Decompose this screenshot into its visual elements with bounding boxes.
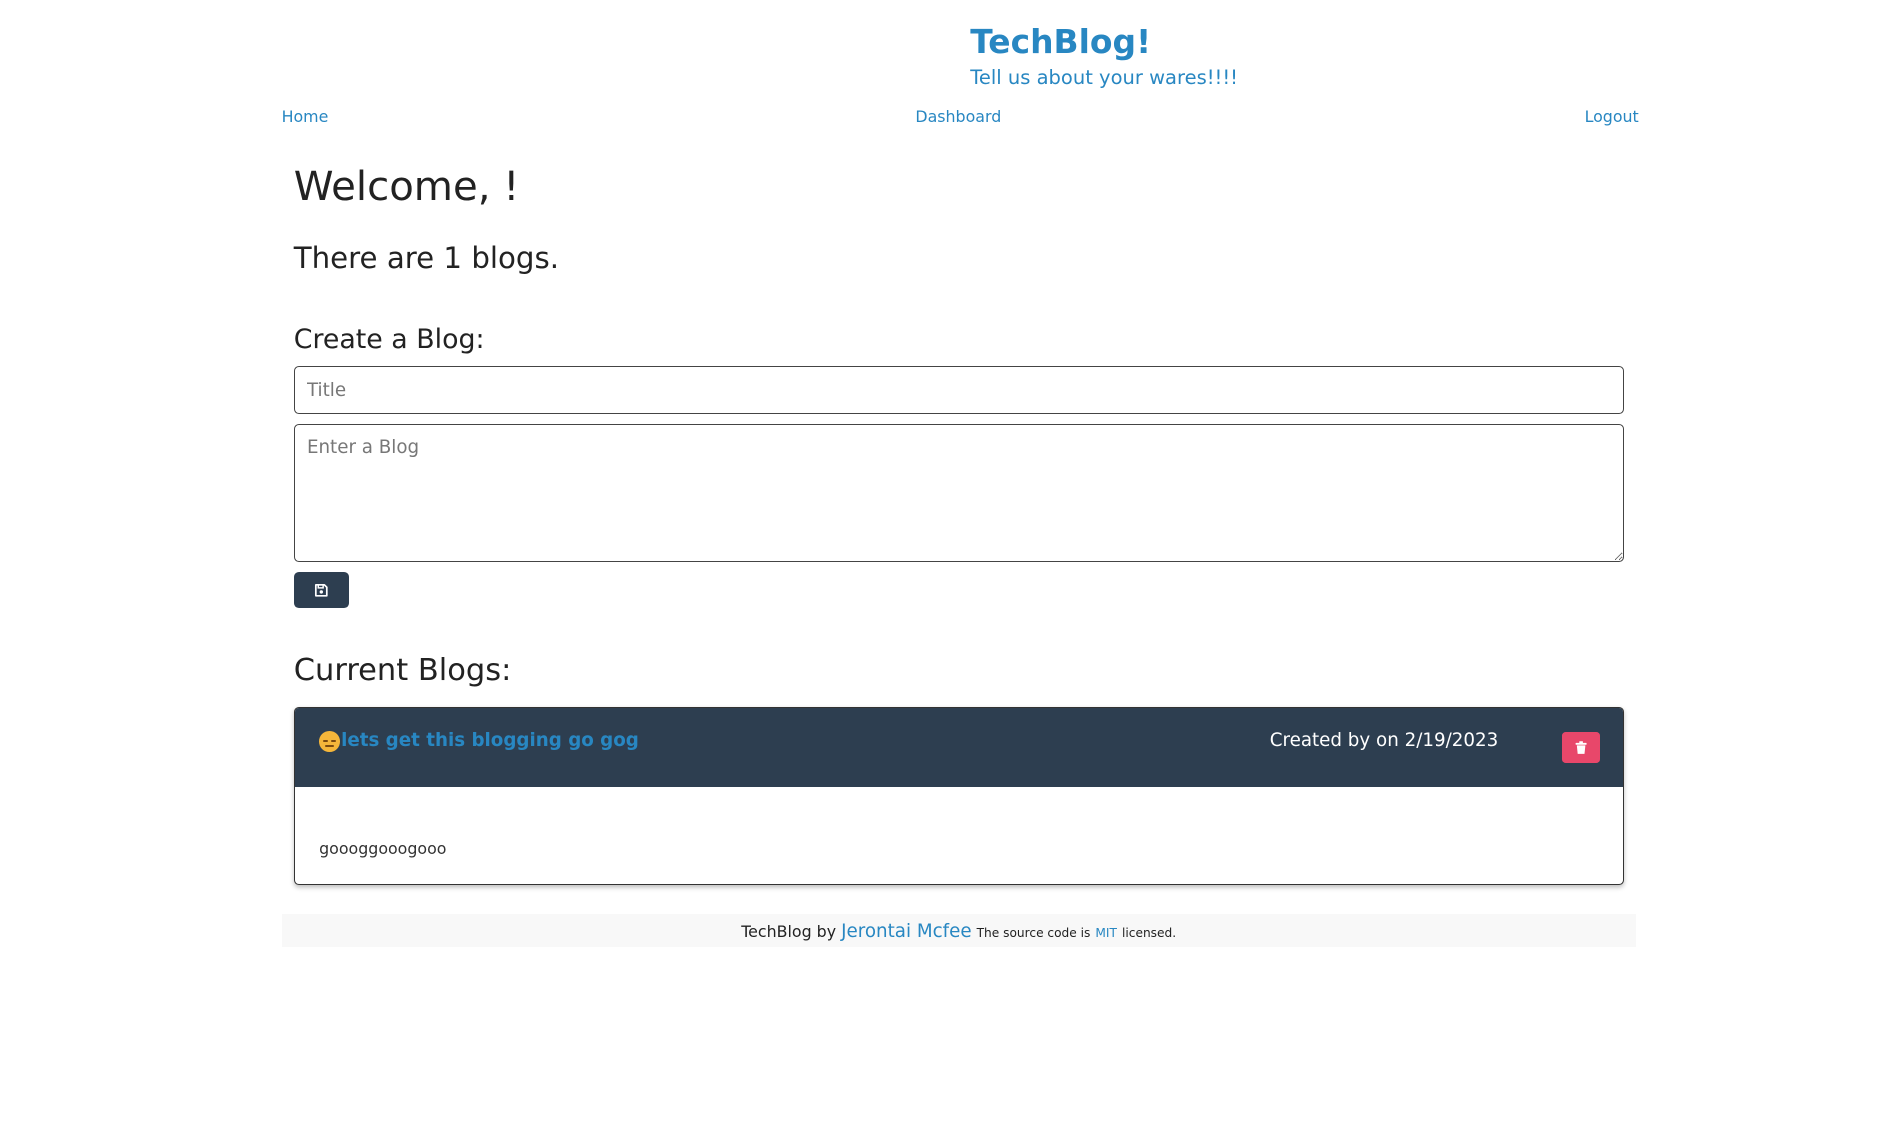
nav-dashboard-link[interactable]: Dashboard: [915, 107, 1001, 127]
blog-title-link[interactable]: lets get this blogging go gog: [341, 729, 639, 753]
blog-body-text: goooggooogooo: [319, 839, 447, 859]
blog-title-input[interactable]: [293, 365, 1624, 415]
footer-prefix: TechBlog by: [741, 922, 837, 942]
site-brand: TechBlog! Tell us about your wares!!!!: [970, 20, 1238, 91]
welcome-heading: Welcome, !: [293, 164, 520, 211]
nav-logout-link[interactable]: Logout: [1585, 107, 1639, 127]
save-blog-button[interactable]: [293, 571, 349, 609]
blog-card: lets get this blogging go gog Created by…: [293, 706, 1624, 885]
save-icon: [314, 583, 328, 597]
blog-body-textarea[interactable]: [293, 424, 1624, 562]
footer-license-pre: The source code is: [976, 926, 1091, 941]
site-title[interactable]: TechBlog!: [970, 20, 1238, 64]
nav-home-link[interactable]: Home: [282, 107, 329, 127]
blog-created-info: Created by on 2/19/2023: [1269, 729, 1499, 751]
delete-blog-button[interactable]: [1562, 732, 1601, 763]
page-footer: TechBlog by Jerontai Mcfee The source co…: [281, 914, 1636, 948]
blog-card-header: lets get this blogging go gog Created by…: [294, 707, 1623, 788]
blog-count-heading: There are 1 blogs.: [293, 240, 560, 275]
page: TechBlog! Tell us about your wares!!!! H…: [0, 0, 1898, 948]
footer-license-link[interactable]: MIT: [1095, 926, 1117, 940]
site-subtitle: Tell us about your wares!!!!: [970, 65, 1238, 89]
sleepy-face-emoji-icon: [319, 731, 340, 752]
footer-license-post: licensed.: [1122, 926, 1177, 941]
create-blog-heading: Create a Blog:: [293, 324, 485, 355]
current-blogs-heading: Current Blogs:: [293, 652, 512, 688]
footer-author-link[interactable]: Jerontai Mcfee: [841, 921, 971, 942]
trash-icon: [1575, 741, 1587, 754]
